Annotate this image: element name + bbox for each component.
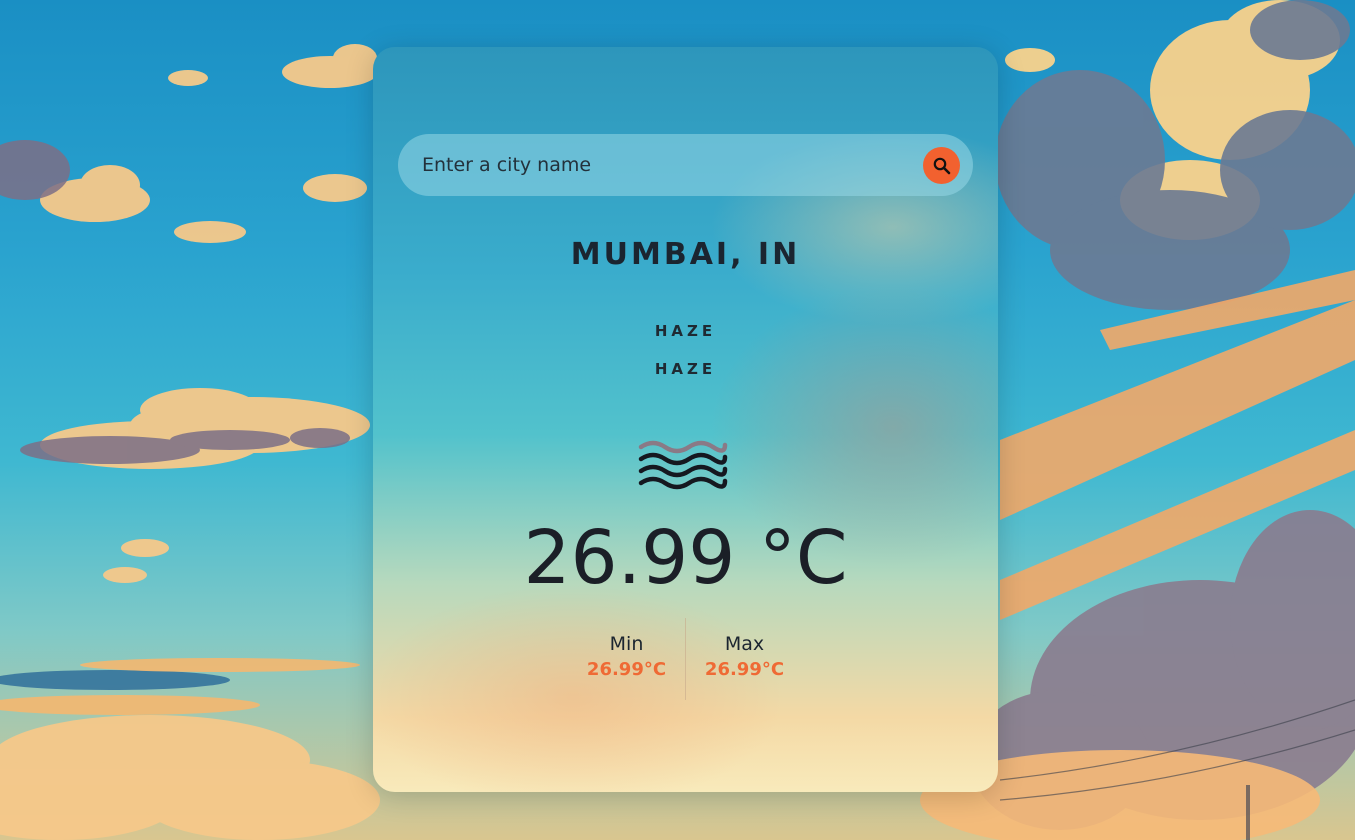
search-button[interactable] xyxy=(923,147,960,184)
min-temperature: Min 26.99°C xyxy=(568,621,685,700)
search-bar xyxy=(398,134,973,196)
max-value: 26.99°C xyxy=(704,659,785,680)
city-name: MUMBAI, IN xyxy=(570,237,801,272)
weather-description: HAZE xyxy=(654,360,717,378)
weather-condition: HAZE xyxy=(654,322,717,340)
max-label: Max xyxy=(724,633,765,655)
min-label: Min xyxy=(609,633,644,655)
weather-card: MUMBAI, IN HAZE HAZE 26.99 °C Min 26.99°… xyxy=(373,47,998,792)
city-search-input[interactable] xyxy=(422,134,892,196)
current-temperature: 26.99 °C xyxy=(523,515,848,601)
search-icon xyxy=(932,156,952,176)
min-max-panel: Min 26.99°C Max 26.99°C xyxy=(373,618,998,700)
min-value: 26.99°C xyxy=(586,659,667,680)
haze-icon xyxy=(637,437,729,503)
max-temperature: Max 26.99°C xyxy=(686,621,803,700)
